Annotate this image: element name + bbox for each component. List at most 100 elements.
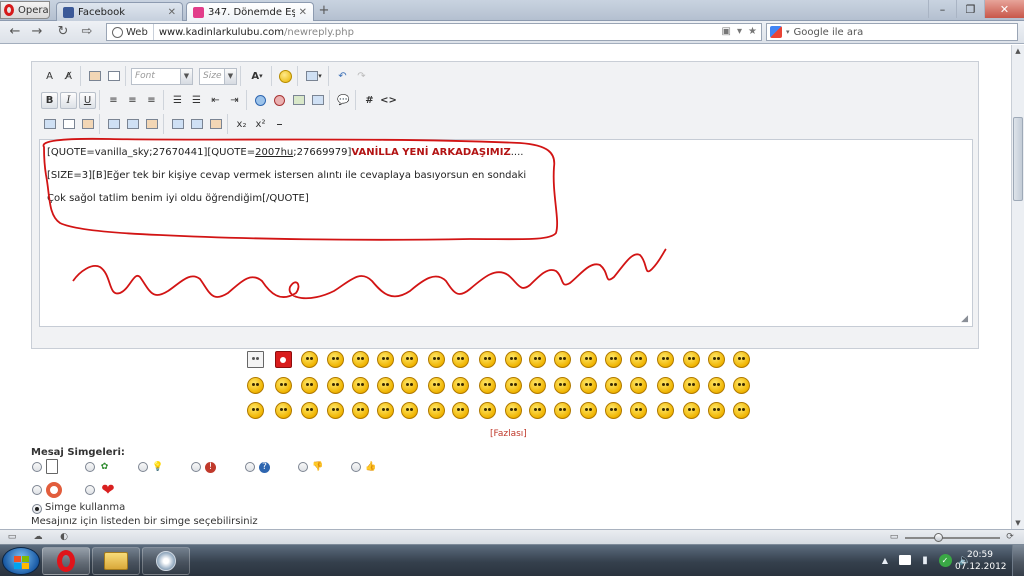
- zoom-slider-knob[interactable]: [934, 533, 943, 542]
- cloud-icon[interactable]: ☁: [32, 532, 44, 543]
- close-window-button[interactable]: ✕: [984, 0, 1024, 18]
- smiley-icon[interactable]: [580, 351, 597, 368]
- turbo-icon[interactable]: ◐: [58, 532, 70, 543]
- smiley-icon[interactable]: [352, 377, 369, 394]
- font-style-icon[interactable]: A: [41, 68, 58, 85]
- message-icon-radio[interactable]: [245, 462, 255, 472]
- smiley-icon[interactable]: [657, 402, 674, 419]
- smiley-icon[interactable]: [605, 402, 622, 419]
- delete-column-icon[interactable]: [207, 116, 224, 133]
- new-tab-icon[interactable]: +: [317, 4, 331, 18]
- smiley-icon[interactable]: [683, 402, 700, 419]
- smiley-icon[interactable]: [401, 377, 418, 394]
- smiley-icon[interactable]: [529, 402, 546, 419]
- more-smilies-link[interactable]: [Fazlası]: [490, 429, 527, 439]
- smiley-icon[interactable]: [301, 377, 318, 394]
- smiley-icon[interactable]: [301, 351, 318, 368]
- smiley-icon[interactable]: [554, 402, 571, 419]
- smiley-icon[interactable]: [683, 377, 700, 394]
- smiley-icon[interactable]: [529, 377, 546, 394]
- minimize-button[interactable]: –: [928, 0, 956, 18]
- smiley-icon[interactable]: [377, 351, 394, 368]
- paste-text-icon[interactable]: [105, 68, 122, 85]
- font-select[interactable]: Font ▼: [131, 67, 193, 85]
- message-icon-radio[interactable]: [298, 462, 308, 472]
- insert-image-icon[interactable]: [290, 92, 307, 109]
- indent-icon[interactable]: ⇥: [226, 92, 243, 109]
- tab-facebook[interactable]: Facebook ✕: [56, 2, 183, 21]
- network-icon[interactable]: ▮: [918, 553, 932, 567]
- bookmark-star-icon[interactable]: ★: [748, 26, 757, 37]
- smiley-icon[interactable]: [708, 402, 725, 419]
- system-clock[interactable]: 20:59 07.12.2012: [955, 549, 1007, 573]
- align-left-icon[interactable]: ≡: [105, 92, 122, 109]
- zoom-slider-track[interactable]: [905, 537, 1000, 539]
- forward-arrow-icon[interactable]: →: [28, 24, 46, 40]
- resize-grip-icon[interactable]: ◢: [961, 314, 968, 324]
- smiley-icon[interactable]: [479, 351, 496, 368]
- code-hash-button[interactable]: #: [361, 92, 378, 109]
- back-arrow-icon[interactable]: ←: [6, 24, 24, 40]
- rss-icon[interactable]: ▣: [722, 26, 731, 37]
- address-field[interactable]: Web www.kadinlarkulubu.com/newreply.php …: [106, 23, 762, 41]
- smiley-icon[interactable]: [428, 351, 445, 368]
- delete-row-icon[interactable]: [143, 116, 160, 133]
- action-center-flag-icon[interactable]: [898, 553, 912, 567]
- smiley-icon[interactable]: [733, 377, 750, 394]
- smiley-icon[interactable]: [580, 377, 597, 394]
- smiley-icon[interactable]: [630, 402, 647, 419]
- show-hidden-icons-icon[interactable]: ▲: [878, 553, 892, 567]
- outdent-icon[interactable]: ⇤: [207, 92, 224, 109]
- message-icon-radio[interactable]: [85, 485, 95, 495]
- message-icon-radio[interactable]: [351, 462, 361, 472]
- table-delete-icon[interactable]: [79, 116, 96, 133]
- show-desktop-button[interactable]: [1012, 545, 1024, 576]
- fast-forward-icon[interactable]: ⇨: [78, 24, 96, 40]
- remove-link-icon[interactable]: [271, 92, 288, 109]
- smiley-icon[interactable]: [580, 402, 597, 419]
- subscript-button[interactable]: x₂: [233, 116, 250, 133]
- smiley-icon[interactable]: [529, 351, 546, 368]
- reload-icon[interactable]: ↻: [54, 24, 72, 40]
- dropdown-icon[interactable]: ▾: [737, 26, 742, 37]
- start-button[interactable]: [2, 547, 40, 575]
- smiley-icon[interactable]: [352, 402, 369, 419]
- smiley-icon[interactable]: [657, 377, 674, 394]
- insert-row-above-icon[interactable]: [105, 116, 122, 133]
- smiley-icon[interactable]: [505, 377, 522, 394]
- smiley-icon[interactable]: [327, 351, 344, 368]
- no-icon-radio[interactable]: [32, 504, 42, 514]
- smiley-icon[interactable]: [452, 351, 469, 368]
- message-icon-radio[interactable]: [32, 485, 42, 495]
- text-color-button[interactable]: A ▾: [246, 68, 268, 85]
- close-tab-icon[interactable]: ✕: [168, 7, 176, 18]
- paste-icon[interactable]: [86, 68, 103, 85]
- scrollbar-thumb[interactable]: [1013, 117, 1023, 201]
- insert-row-below-icon[interactable]: [124, 116, 141, 133]
- smiley-icon[interactable]: [377, 402, 394, 419]
- smiley-icon[interactable]: [377, 377, 394, 394]
- smiley-icon[interactable]: [247, 402, 264, 419]
- smiley-icon[interactable]: [479, 402, 496, 419]
- tab-reply-page[interactable]: 347. Dönemde Eşi, Nişa... ✕: [186, 2, 314, 21]
- smiley-icon[interactable]: [733, 351, 750, 368]
- zoom-view-icon[interactable]: ▭: [888, 532, 900, 543]
- align-center-icon[interactable]: ≡: [124, 92, 141, 109]
- site-info-badge[interactable]: Web: [107, 24, 154, 40]
- table-icon[interactable]: [41, 116, 58, 133]
- smiley-icon[interactable]: [708, 351, 725, 368]
- taskbar-file-explorer[interactable]: [92, 547, 140, 575]
- insert-column-left-icon[interactable]: [169, 116, 186, 133]
- message-icon-radio[interactable]: [85, 462, 95, 472]
- bold-button[interactable]: B: [41, 91, 58, 109]
- maximize-button[interactable]: ❐: [956, 0, 984, 18]
- smilies-icon[interactable]: [277, 68, 294, 85]
- smiley-icon[interactable]: [605, 351, 622, 368]
- smiley-icon[interactable]: [630, 351, 647, 368]
- attachment-icon[interactable]: ▾: [303, 68, 325, 85]
- smiley-icon[interactable]: [275, 377, 292, 394]
- close-tab-icon[interactable]: ✕: [299, 7, 307, 18]
- smiley-icon[interactable]: [479, 377, 496, 394]
- remove-format-icon[interactable]: A̸: [60, 68, 77, 85]
- opera-menu-button[interactable]: Opera: [0, 1, 50, 19]
